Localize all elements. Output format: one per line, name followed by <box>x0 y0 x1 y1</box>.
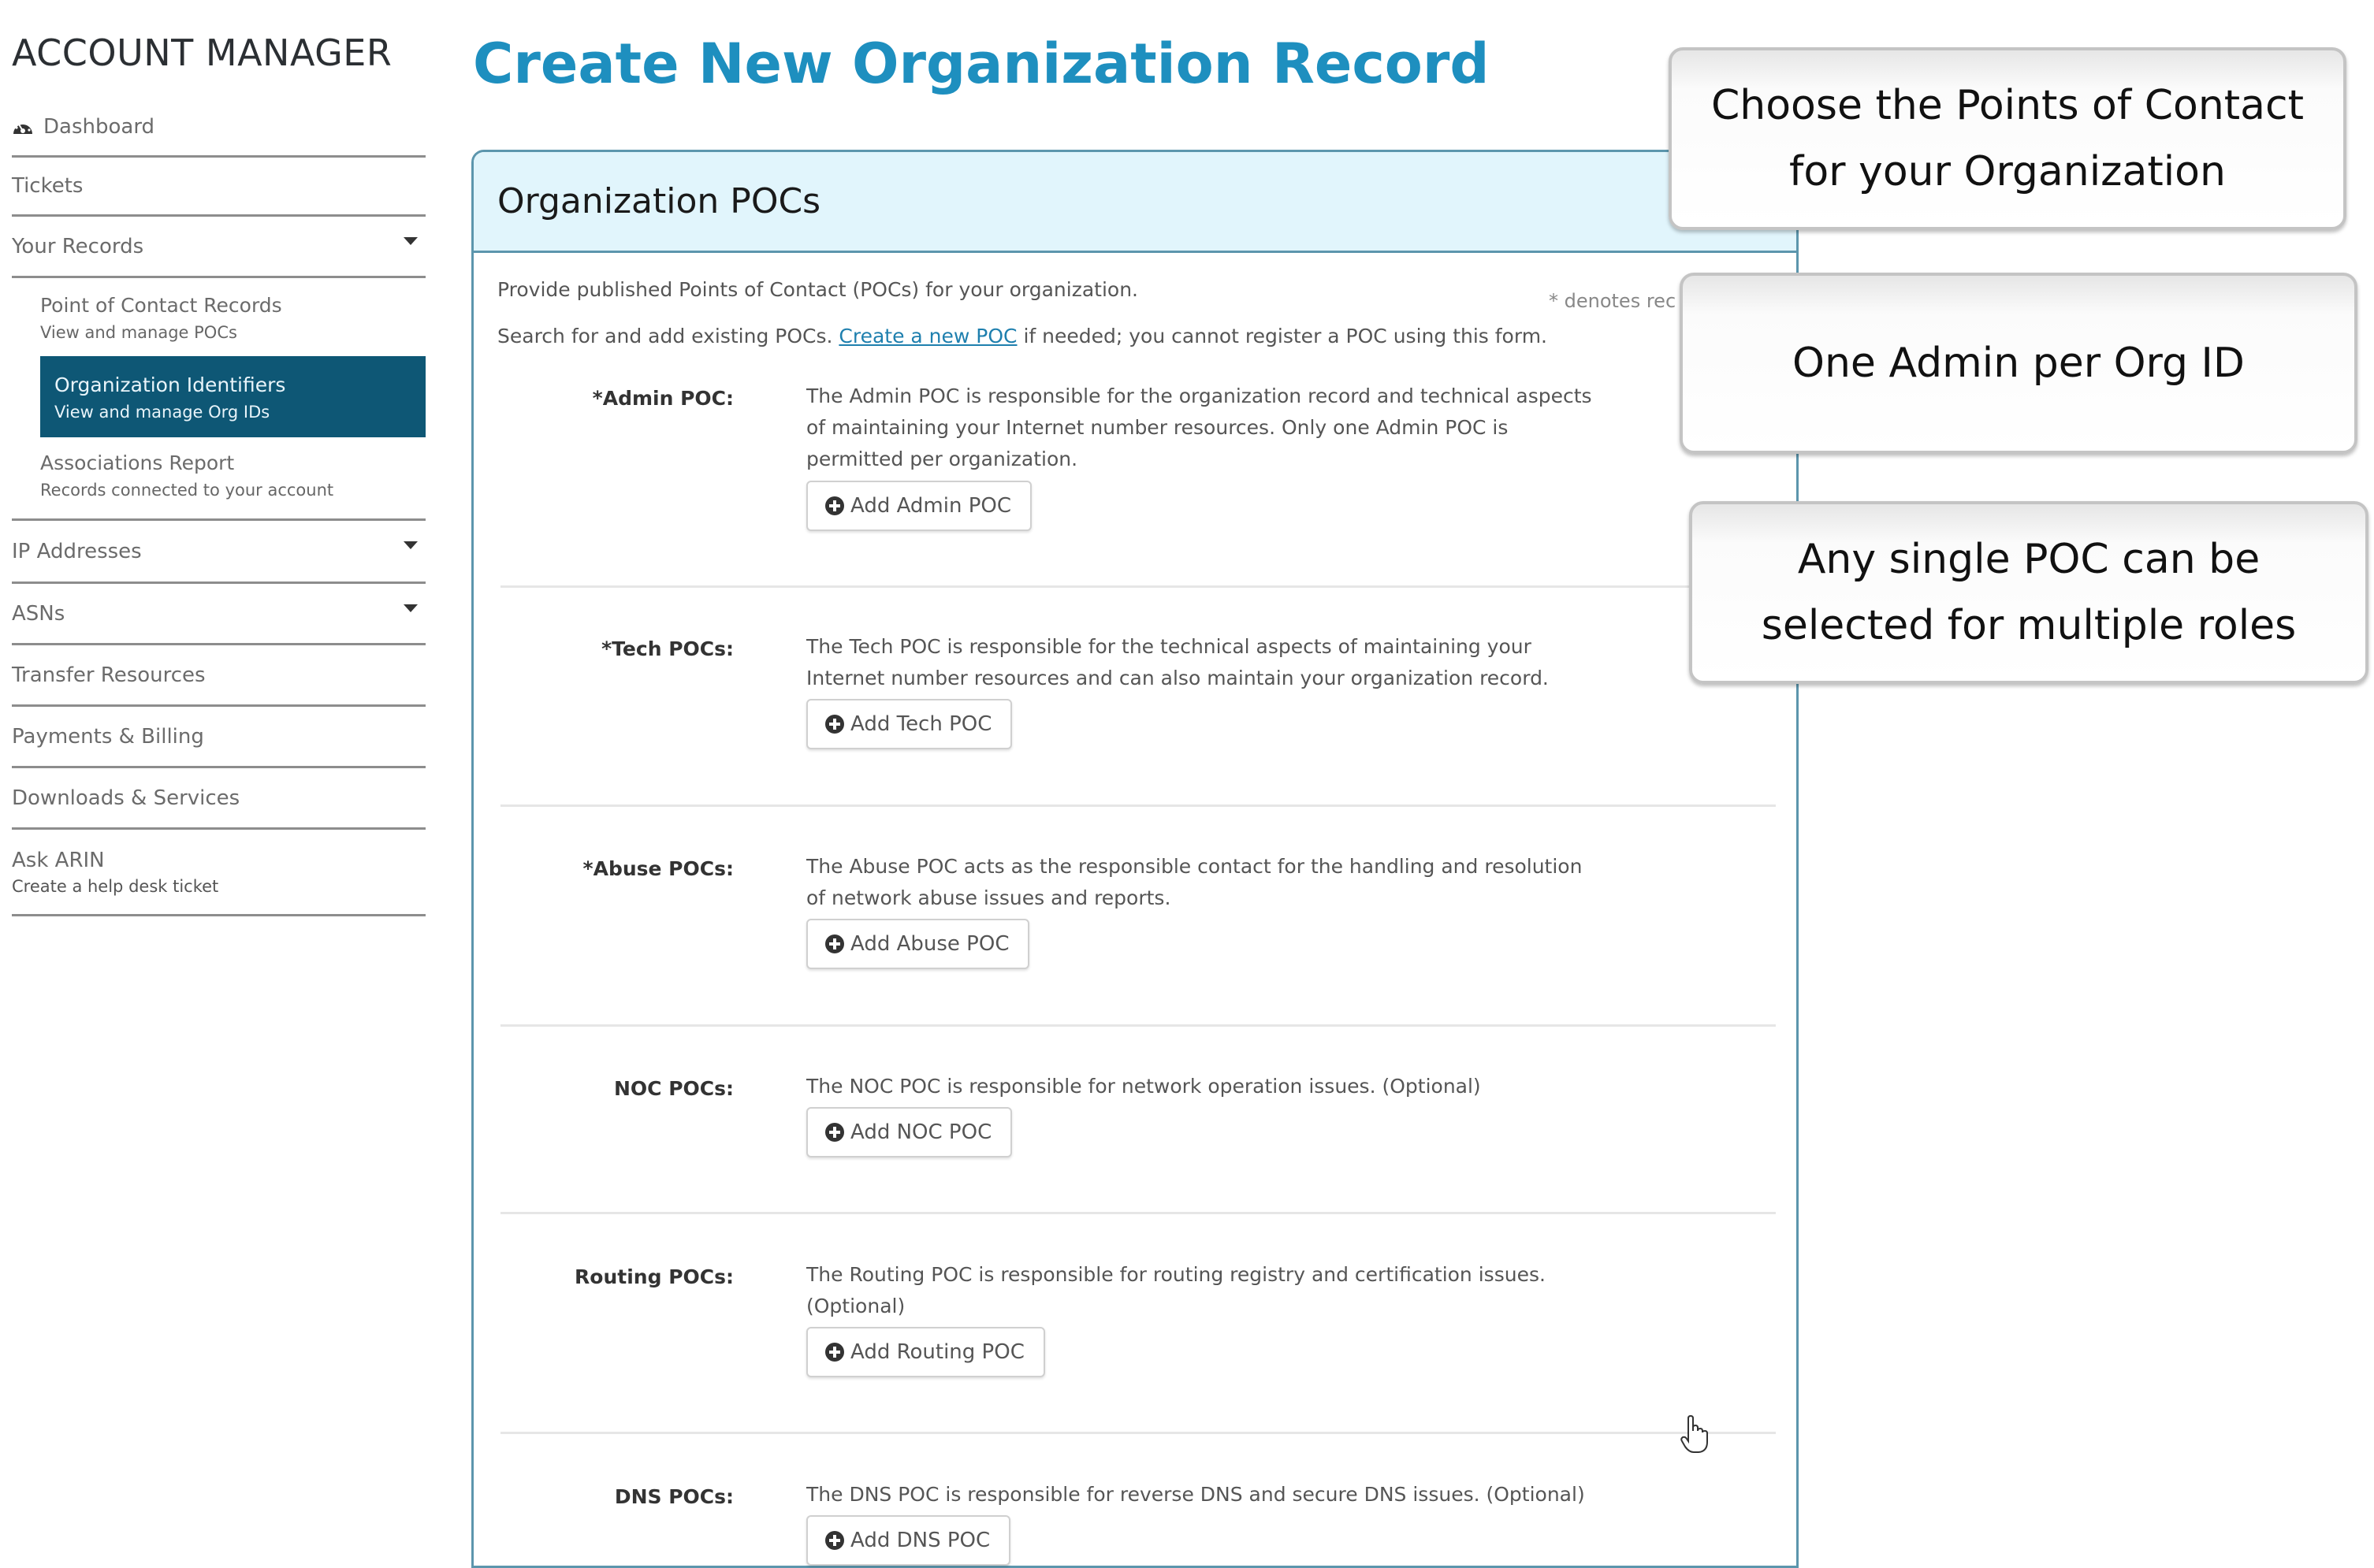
sidebar-item-label: Your Records <box>12 234 144 258</box>
poc-description: The NOC POC is responsible for network o… <box>806 1075 1481 1098</box>
sidebar-item-ask-arin[interactable]: Ask ARIN Create a help desk ticket <box>12 830 426 916</box>
button-label: Add Tech POC <box>850 712 992 736</box>
sidebar-item-transfer-resources[interactable]: Transfer Resources <box>12 645 426 707</box>
sidebar-item-label: Tickets <box>12 174 84 198</box>
sidebar-item-dashboard[interactable]: Dashboard <box>12 98 426 158</box>
sidebar-item-label: ASNs <box>12 601 65 626</box>
button-label: Add Admin POC <box>850 494 1012 518</box>
sidebar-item-your-records[interactable]: Your Records <box>12 217 426 276</box>
caret-down-icon <box>404 604 418 612</box>
add-tech-poc-button[interactable]: Add Tech POC <box>806 699 1013 749</box>
sidebar-subitem-poc-records[interactable]: Point of Contact Records View and manage… <box>12 286 426 350</box>
callout-multiple-roles: Any single POC can be selected for multi… <box>1689 501 2368 684</box>
caret-down-icon <box>404 237 418 245</box>
required-fields-note: * denotes rec <box>1549 290 1676 312</box>
intro-suffix: if needed; you cannot register a POC usi… <box>1017 325 1547 347</box>
section-divider <box>500 1432 1776 1434</box>
poc-label: *Abuse POCs: <box>582 857 734 880</box>
sidebar-item-label: Payments & Billing <box>12 724 204 749</box>
sidebar-item-sublabel: Create a help desk ticket <box>12 876 219 896</box>
page-title: Create New Organization Record <box>473 32 1490 96</box>
sidebar-item-label: Ask ARIN <box>12 848 105 872</box>
sidebar-item-label: Downloads & Services <box>12 786 240 810</box>
poc-label: NOC POCs: <box>613 1077 734 1100</box>
dashboard-icon <box>13 121 32 134</box>
plus-circle-icon <box>825 1531 844 1550</box>
add-admin-poc-button[interactable]: Add Admin POC <box>806 481 1033 531</box>
sidebar-item-downloads-services[interactable]: Downloads & Services <box>12 768 426 830</box>
app-brand-title: ACCOUNT MANAGER <box>12 32 393 74</box>
poc-description: The Abuse POC acts as the responsible co… <box>806 855 1583 909</box>
sidebar-subitem-org-identifiers[interactable]: Organization Identifiers View and manage… <box>40 356 426 437</box>
organization-pocs-panel: Organization POCs Provide published Poin… <box>471 150 1799 1568</box>
sidebar-nav: Dashboard Tickets Your Records Point of … <box>12 98 426 916</box>
sidebar-item-label: Transfer Resources <box>12 663 206 687</box>
add-abuse-poc-button[interactable]: Add Abuse POC <box>806 919 1030 969</box>
section-divider <box>500 804 1776 807</box>
subitem-title: Associations Report <box>40 451 235 474</box>
callout-text: One Admin per Org ID <box>1792 340 2245 387</box>
sidebar-item-ip-addresses[interactable]: IP Addresses <box>12 521 426 584</box>
poc-label: DNS POCs: <box>614 1485 734 1508</box>
section-divider <box>500 1212 1776 1214</box>
callout-text: Any single POC can be selected for multi… <box>1761 536 2297 649</box>
sidebar-item-tickets[interactable]: Tickets <box>12 158 426 217</box>
sidebar-item-label: IP Addresses <box>12 539 142 563</box>
button-label: Add NOC POC <box>850 1120 992 1144</box>
create-new-poc-link[interactable]: Create a new POC <box>839 325 1017 347</box>
panel-title: Organization POCs <box>497 181 821 221</box>
section-divider <box>500 585 1776 588</box>
button-label: Add Routing POC <box>850 1340 1025 1364</box>
intro-prefix: Search for and add existing POCs. <box>497 325 839 347</box>
panel-header: Organization POCs <box>474 152 1796 253</box>
poc-label: *Tech POCs: <box>601 637 734 660</box>
button-label: Add Abuse POC <box>850 932 1010 956</box>
plus-circle-icon <box>825 496 844 515</box>
poc-description: The DNS POC is responsible for reverse D… <box>806 1483 1585 1506</box>
poc-description: The Routing POC is responsible for routi… <box>806 1263 1546 1317</box>
section-divider <box>500 1024 1776 1027</box>
sidebar-item-payments-billing[interactable]: Payments & Billing <box>12 707 426 768</box>
poc-description: The Tech POC is responsible for the tech… <box>806 635 1549 689</box>
caret-down-icon <box>404 541 418 549</box>
button-label: Add DNS POC <box>850 1529 991 1552</box>
subitem-subtitle: View and manage Org IDs <box>54 403 270 422</box>
subitem-subtitle: Records connected to your account <box>40 481 334 500</box>
plus-circle-icon <box>825 1123 844 1142</box>
poc-description: The Admin POC is responsible for the org… <box>806 385 1592 470</box>
intro-search-text: Search for and add existing POCs. Create… <box>497 325 1547 347</box>
intro-text: Provide published Points of Contact (POC… <box>497 278 1139 301</box>
add-noc-poc-button[interactable]: Add NOC POC <box>806 1107 1013 1157</box>
callout-text: Choose the Points of Contact for your Or… <box>1710 82 2305 195</box>
sidebar-item-asns[interactable]: ASNs <box>12 584 426 645</box>
hand-cursor-icon <box>1680 1415 1708 1453</box>
add-dns-poc-button[interactable]: Add DNS POC <box>806 1515 1011 1566</box>
plus-circle-icon <box>825 1343 844 1362</box>
poc-label: *Admin POC: <box>592 387 734 410</box>
subitem-title: Organization Identifiers <box>54 373 286 396</box>
poc-label: Routing POCs: <box>575 1265 734 1288</box>
plus-circle-icon <box>825 715 844 734</box>
add-routing-poc-button[interactable]: Add Routing POC <box>806 1327 1045 1377</box>
plus-circle-icon <box>825 934 844 953</box>
sidebar-item-label: Dashboard <box>43 115 155 139</box>
subitem-title: Point of Contact Records <box>40 294 282 317</box>
subitem-subtitle: View and manage POCs <box>40 323 237 342</box>
sidebar-subitem-associations-report[interactable]: Associations Report Records connected to… <box>12 444 426 507</box>
your-records-submenu: Point of Contact Records View and manage… <box>12 276 426 521</box>
callout-choose-pocs: Choose the Points of Contact for your Or… <box>1669 47 2346 230</box>
callout-one-admin: One Admin per Org ID <box>1680 273 2357 454</box>
